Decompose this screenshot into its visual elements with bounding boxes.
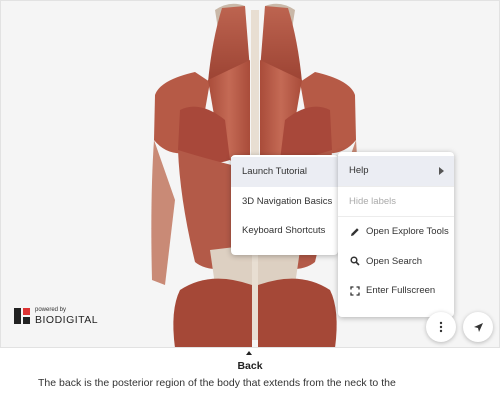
search-icon xyxy=(349,256,360,267)
menu-item-hide-labels[interactable]: Hide labels xyxy=(338,185,454,217)
chevron-right-icon xyxy=(439,167,444,175)
menu-item-fullscreen[interactable]: Enter Fullscreen xyxy=(338,276,454,306)
fullscreen-icon xyxy=(349,285,360,296)
menu-item-help[interactable]: Help xyxy=(338,156,454,186)
more-options-button[interactable] xyxy=(426,312,456,342)
panel-title: Back xyxy=(237,360,263,372)
menu-item-explore-tools[interactable]: Open Explore Tools xyxy=(338,216,454,247)
3d-viewer[interactable]: Launch Tutorial 3D Navigation Basics Key… xyxy=(0,0,500,348)
powered-by-label: powered by xyxy=(35,307,67,313)
tutorial-menu: Launch Tutorial 3D Navigation Basics Key… xyxy=(231,155,338,255)
panel-description: The back is the posterior region of the … xyxy=(38,377,396,389)
caret-up-icon[interactable] xyxy=(246,351,252,355)
pencil-icon xyxy=(349,226,360,237)
menu-item-keyboard-shortcuts[interactable]: Keyboard Shortcuts xyxy=(231,216,338,246)
menu-item-search[interactable]: Open Search xyxy=(338,247,454,277)
biodigital-logo-icon xyxy=(14,308,30,325)
navigation-arrow-icon xyxy=(473,322,483,332)
biodigital-logo[interactable]: powered by BIODIGITAL xyxy=(14,307,98,326)
menu-item-launch-tutorial[interactable]: Launch Tutorial xyxy=(231,157,338,187)
brand-name: BIODIGITAL xyxy=(35,314,99,326)
more-vertical-icon xyxy=(439,321,443,333)
navigate-button[interactable] xyxy=(463,312,493,342)
help-menu: Help Hide labels Open Explore Tools Open… xyxy=(338,152,454,317)
menu-item-navigation-basics[interactable]: 3D Navigation Basics xyxy=(231,187,338,217)
